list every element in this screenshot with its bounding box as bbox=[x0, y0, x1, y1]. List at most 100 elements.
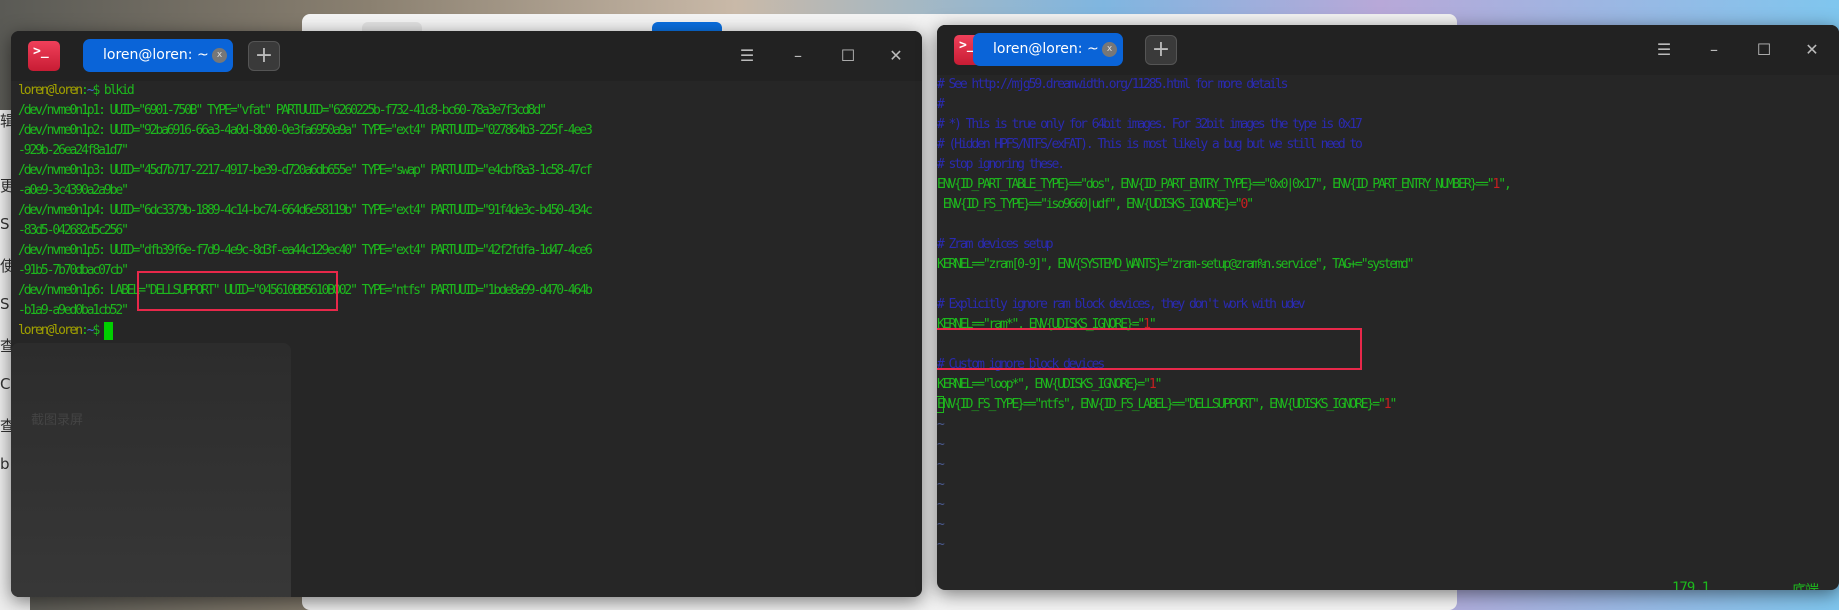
text-segment: KERNEL=="loop*", ENV{UDISKS_IGNORE}=" bbox=[937, 377, 1151, 392]
text-segment: # See http://mjg59.dreamwidth.org/11285.… bbox=[937, 77, 1288, 92]
text-segment: " bbox=[1389, 397, 1397, 412]
text-segment: /dev/nvme0n1p4: UUID="6dc3379b-1889-4c14… bbox=[18, 203, 593, 218]
terminal-line: ENV{ID_FS_TYPE}=="ntfs", ENV{ID_FS_LABEL… bbox=[937, 395, 1397, 415]
terminal-line: /dev/nvme0n1p3: UUID="45d7b717-2217-4917… bbox=[18, 161, 593, 181]
text-segment: ~ bbox=[937, 437, 945, 452]
terminal-line: ENV{ID_PART_TABLE_TYPE}=="dos", ENV{ID_P… bbox=[937, 175, 1512, 195]
text-segment: /dev/nvme0n1p1: UUID="6901-750B" TYPE="v… bbox=[18, 103, 547, 118]
terminal-line: # (Hidden HPFS/NTFS/exFAT). This is most… bbox=[937, 135, 1363, 155]
title-bar: >_ loren@loren: ~ x + ☰ – ☐ ✕ bbox=[937, 25, 1839, 75]
close-icon[interactable]: ✕ bbox=[884, 44, 908, 68]
fragment: S bbox=[0, 295, 10, 313]
terminal-line: -929b-26ea24f8a1d7" bbox=[18, 141, 129, 161]
terminal-app-icon: >_ bbox=[28, 41, 60, 71]
text-segment: /dev/nvme0n1p3: UUID="45d7b717-2217-4917… bbox=[18, 163, 593, 178]
terminal-line: KERNEL=="loop*", ENV{UDISKS_IGNORE}="1" bbox=[937, 375, 1163, 395]
terminal-output[interactable]: 截图录屏 loren@loren:~$ blkid/dev/nvme0n1p1:… bbox=[11, 81, 922, 597]
text-segment: " bbox=[1154, 377, 1163, 392]
tab-close-icon[interactable]: x bbox=[212, 48, 227, 63]
terminal-line: ~ bbox=[937, 455, 945, 475]
terminal-line: /dev/nvme0n1p1: UUID="6901-750B" TYPE="v… bbox=[18, 101, 547, 121]
tab-terminal[interactable]: loren@loren: ~ x bbox=[973, 33, 1123, 66]
text-segment: # bbox=[937, 97, 945, 112]
terminal-cursor bbox=[103, 321, 113, 340]
text-segment: -83d5-042682d5c256" bbox=[18, 223, 129, 238]
terminal-line: ~ bbox=[937, 535, 945, 555]
tab-close-icon[interactable]: x bbox=[1102, 42, 1117, 57]
text-segment: # *) This is true only for 64bit images.… bbox=[937, 117, 1363, 132]
terminal-line: # Explicitly ignore ram block devices, t… bbox=[937, 295, 1306, 315]
text-segment: -91b5-7b70dbac07cb" bbox=[18, 263, 129, 278]
terminal-line: ~ bbox=[937, 435, 945, 455]
terminal-line: /dev/nvme0n1p4: UUID="6dc3379b-1889-4c14… bbox=[18, 201, 593, 221]
new-tab-button[interactable]: + bbox=[1145, 35, 1177, 65]
terminal-window-left: >_ loren@loren: ~ x + ☰ – ☐ ✕ 截图录屏 loren… bbox=[11, 31, 922, 597]
title-bar: >_ loren@loren: ~ x + ☰ – ☐ ✕ bbox=[11, 31, 922, 81]
terminal-window-right: >_ loren@loren: ~ x + ☰ – ☐ ✕ 179,1 底端 #… bbox=[937, 25, 1839, 590]
terminal-line: # Zram devices setup bbox=[937, 235, 1054, 255]
tab-title: loren@loren: ~ bbox=[103, 47, 209, 63]
terminal-line: # bbox=[937, 95, 945, 115]
menu-icon[interactable]: ☰ bbox=[735, 44, 759, 68]
terminal-line: # *) This is true only for 64bit images.… bbox=[937, 115, 1363, 135]
new-tab-button[interactable]: + bbox=[248, 41, 280, 71]
text-segment: " bbox=[1246, 197, 1254, 212]
ghost-label: 截图录屏 bbox=[31, 413, 84, 428]
terminal-line: loren@loren:~$ bbox=[18, 321, 113, 341]
text-segment: -a0e9-3c4390a2a9be" bbox=[18, 183, 129, 198]
text-segment: loren@loren bbox=[18, 323, 83, 338]
text-segment: -b1a9-a9ed0ba1cb52" bbox=[18, 303, 129, 318]
text-segment: # stop ignoring these. bbox=[937, 157, 1065, 172]
text-segment: /dev/nvme0n1p2: UUID="92ba6916-66a3-4a0d… bbox=[18, 123, 593, 138]
text-segment: $ blkid bbox=[92, 83, 134, 98]
highlight-box bbox=[137, 271, 338, 311]
text-segment: # Zram devices setup bbox=[937, 237, 1054, 252]
terminal-line: ~ bbox=[937, 495, 945, 515]
text-segment: NV{ID_FS_TYPE}=="ntfs", ENV{ID_FS_LABEL}… bbox=[942, 397, 1386, 412]
terminal-line: ENV{ID_FS_TYPE}=="iso9660|udf", ENV{UDIS… bbox=[937, 195, 1254, 215]
text-segment: loren@loren bbox=[18, 83, 83, 98]
text-segment: ~ bbox=[937, 417, 945, 432]
text-segment: ~ bbox=[937, 497, 945, 512]
terminal-line: loren@loren:~$ blkid bbox=[18, 81, 135, 101]
text-segment: # (Hidden HPFS/NTFS/exFAT). This is most… bbox=[937, 137, 1363, 152]
close-icon[interactable]: ✕ bbox=[1800, 38, 1824, 62]
tab-title: loren@loren: ~ bbox=[993, 41, 1099, 57]
text-segment: ~ bbox=[937, 537, 945, 552]
minimize-icon[interactable]: – bbox=[1702, 38, 1726, 62]
text-segment: # Explicitly ignore ram block devices, t… bbox=[937, 297, 1306, 312]
terminal-line: # See http://mjg59.dreamwidth.org/11285.… bbox=[937, 75, 1288, 95]
terminal-line: ~ bbox=[937, 475, 945, 495]
text-segment: ~ bbox=[937, 477, 945, 492]
text-segment: KERNEL=="zram[0-9]", ENV{SYSTEMD_WANTS}=… bbox=[937, 257, 1414, 272]
text-segment: ENV{ID_PART_TABLE_TYPE}=="dos", ENV{ID_P… bbox=[937, 177, 1495, 192]
tab-terminal[interactable]: loren@loren: ~ x bbox=[83, 39, 233, 72]
terminal-line: /dev/nvme0n1p2: UUID="92ba6916-66a3-4a0d… bbox=[18, 121, 593, 141]
terminal-line: KERNEL=="zram[0-9]", ENV{SYSTEMD_WANTS}=… bbox=[937, 255, 1414, 275]
maximize-icon[interactable]: ☐ bbox=[836, 44, 860, 68]
terminal-line: /dev/nvme0n1p5: UUID="dfb39f6e-f7d9-4e9c… bbox=[18, 241, 593, 261]
terminal-line: -b1a9-a9ed0ba1cb52" bbox=[18, 301, 129, 321]
terminal-line: -a0e9-3c4390a2a9be" bbox=[18, 181, 129, 201]
menu-icon[interactable]: ☰ bbox=[1652, 38, 1676, 62]
text-segment: -929b-26ea24f8a1d7" bbox=[18, 143, 129, 158]
text-segment: /dev/nvme0n1p5: UUID="dfb39f6e-f7d9-4e9c… bbox=[18, 243, 593, 258]
text-segment: ~ bbox=[937, 517, 945, 532]
maximize-icon[interactable]: ☐ bbox=[1752, 38, 1776, 62]
fragment: S bbox=[0, 215, 10, 233]
terminal-line: ~ bbox=[937, 515, 945, 535]
text-segment: ~ bbox=[937, 457, 945, 472]
terminal-line: -91b5-7b70dbac07cb" bbox=[18, 261, 129, 281]
terminal-line: # stop ignoring these. bbox=[937, 155, 1065, 175]
terminal-line: ~ bbox=[937, 415, 945, 435]
scroll-indicator: 底端 bbox=[1792, 580, 1819, 590]
cursor-position: 179,1 bbox=[1672, 580, 1710, 590]
terminal-line: -83d5-042682d5c256" bbox=[18, 221, 129, 241]
minimize-icon[interactable]: – bbox=[786, 44, 810, 68]
text-segment: ENV{ID_FS_TYPE}=="iso9660|udf", ENV{UDIS… bbox=[937, 197, 1243, 212]
text-segment: $ bbox=[92, 323, 104, 338]
fragment: C bbox=[0, 375, 11, 393]
ghost-popup: 截图录屏 bbox=[11, 343, 291, 597]
fragment: b bbox=[0, 455, 10, 473]
text-segment: ", bbox=[1498, 177, 1512, 192]
